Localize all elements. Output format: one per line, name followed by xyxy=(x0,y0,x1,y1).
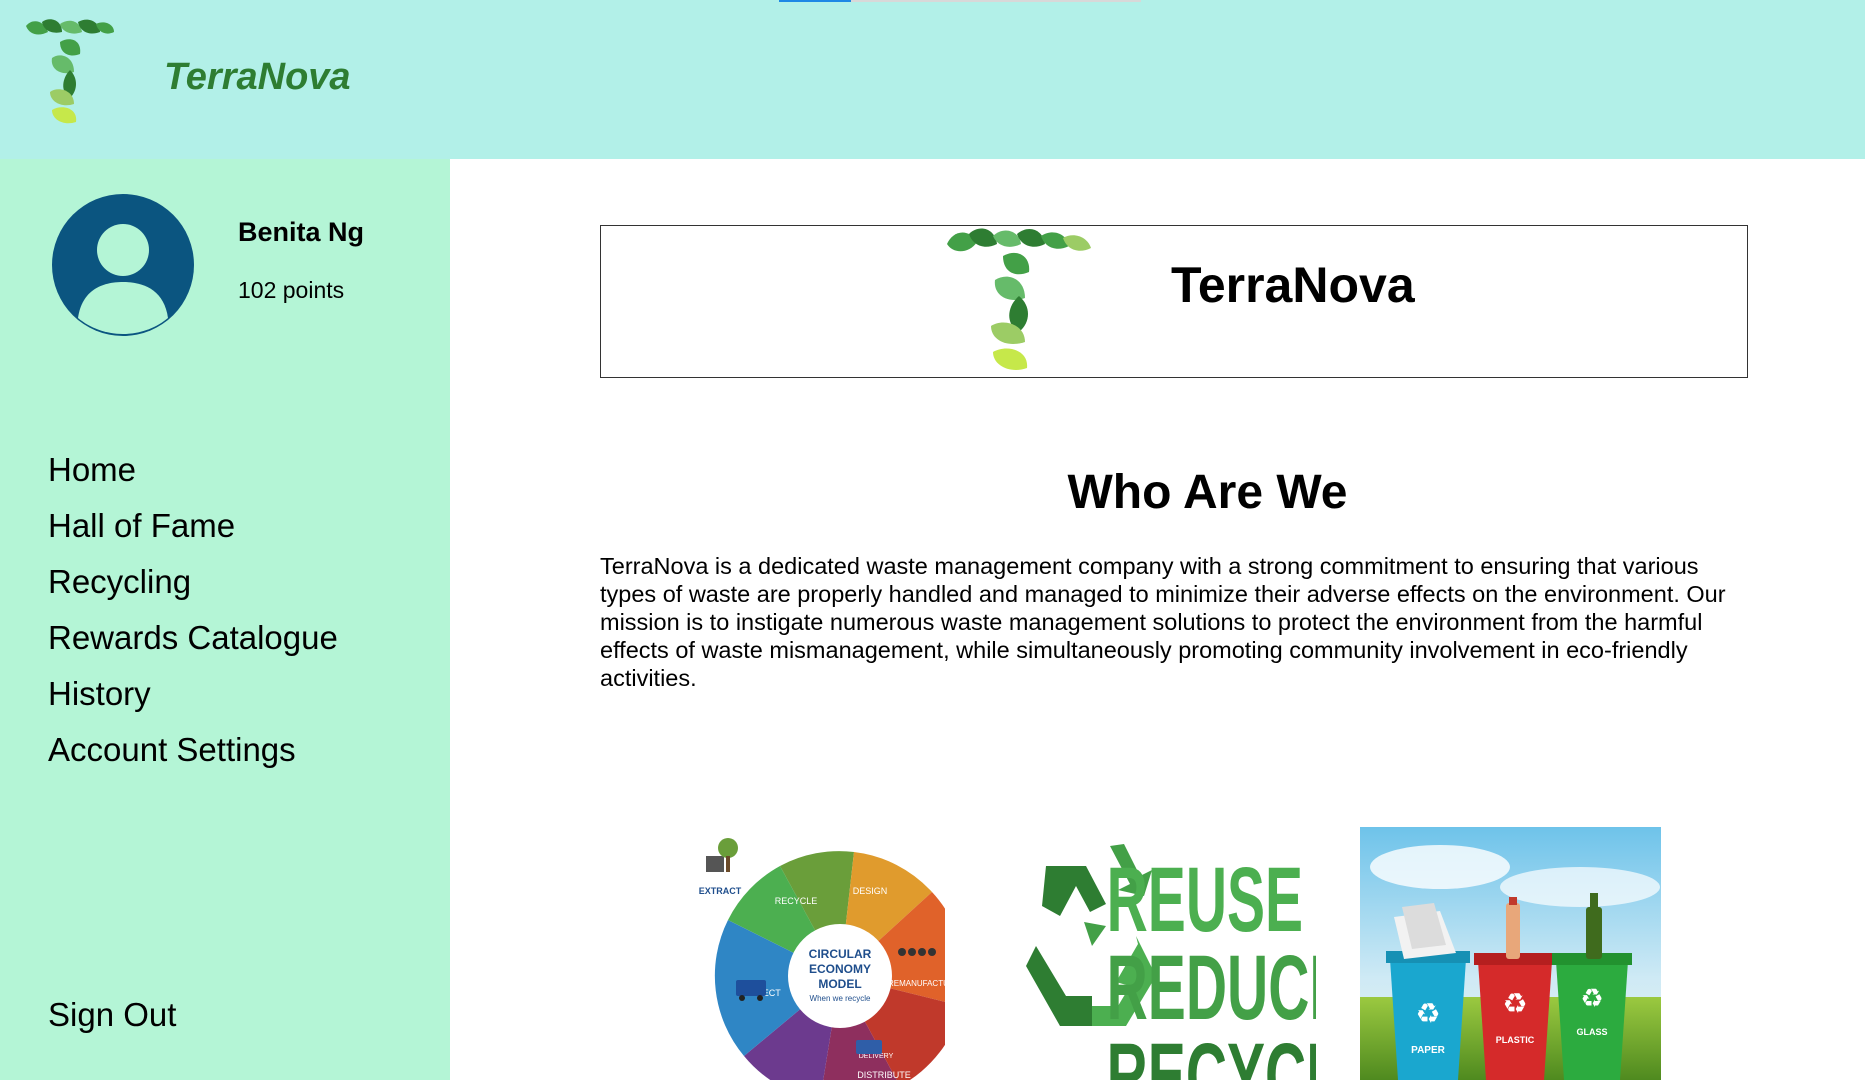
section-title: Who Are We xyxy=(1067,466,1348,519)
top-header: TerraNova xyxy=(0,0,1865,159)
rrr-word-reuse: REUSE xyxy=(1107,849,1304,951)
circular-center-line-1: CIRCULAR xyxy=(809,947,872,961)
circular-center-line-3: MODEL xyxy=(818,977,861,991)
brand-banner: TerraNova xyxy=(600,225,1748,378)
segment-extract: EXTRACT xyxy=(699,886,742,896)
circular-center-line-2: ECONOMY xyxy=(809,962,871,976)
svg-text:♻: ♻ xyxy=(1415,998,1440,1029)
svg-text:♻: ♻ xyxy=(1502,988,1527,1019)
segment-distribute: DISTRIBUTE xyxy=(857,1070,911,1080)
user-points: 102 points xyxy=(238,277,345,303)
segment-remanufacture: REMANUFACTURE xyxy=(888,979,945,988)
nav-item-home[interactable]: Home xyxy=(48,442,338,498)
circular-economy-image: CIRCULAR ECONOMY MODEL When we recycle R… xyxy=(690,826,945,1080)
svg-text:♻: ♻ xyxy=(1580,983,1603,1013)
main-content: TerraNova Who Are We TerraNova is a dedi… xyxy=(450,159,1865,1080)
leaf-t-logo-icon xyxy=(947,228,1091,371)
rrr-word-reduce: REDUCE xyxy=(1107,937,1316,1039)
loading-bar-track xyxy=(851,0,1141,2)
nav-item-rewards-catalogue[interactable]: Rewards Catalogue xyxy=(48,610,338,666)
reuse-reduce-recycle-image: REUSE REDUCE RECYCLE xyxy=(1026,826,1316,1080)
nav-item-hall-of-fame[interactable]: Hall of Fame xyxy=(48,498,338,554)
sidebar: Benita Ng 102 points Home Hall of Fame R… xyxy=(0,159,450,1080)
leaf-t-logo-icon[interactable] xyxy=(22,18,118,130)
user-name: Benita Ng xyxy=(238,217,365,247)
brand-title: TerraNova xyxy=(164,56,351,98)
rrr-word-recycle: RECYCLE xyxy=(1107,1025,1316,1080)
banner-title: TerraNova xyxy=(1171,257,1415,313)
nav-item-history[interactable]: History xyxy=(48,666,338,722)
sign-out-link[interactable]: Sign Out xyxy=(48,996,176,1034)
segment-recycle: RECYCLE xyxy=(775,896,818,906)
intro-paragraph: TerraNova is a dedicated waste managemen… xyxy=(600,553,1726,691)
segment-design: DESIGN xyxy=(853,886,888,896)
sidebar-nav: Home Hall of Fame Recycling Rewards Cata… xyxy=(48,442,338,778)
bin-label-glass: GLASS xyxy=(1576,1027,1607,1037)
recycle-bins-image: ♻ ♻ ♻ PAPER PLASTIC GLASS xyxy=(1360,827,1661,1080)
circular-center-sub: When we recycle xyxy=(810,994,871,1003)
user-avatar-icon[interactable] xyxy=(52,194,194,336)
segment-delivery: DELIVERY xyxy=(859,1053,894,1060)
nav-item-account-settings[interactable]: Account Settings xyxy=(48,722,338,778)
bin-label-paper: PAPER xyxy=(1411,1045,1445,1056)
loading-bar xyxy=(779,0,851,2)
bin-label-plastic: PLASTIC xyxy=(1496,1035,1535,1045)
nav-item-recycling[interactable]: Recycling xyxy=(48,554,338,610)
